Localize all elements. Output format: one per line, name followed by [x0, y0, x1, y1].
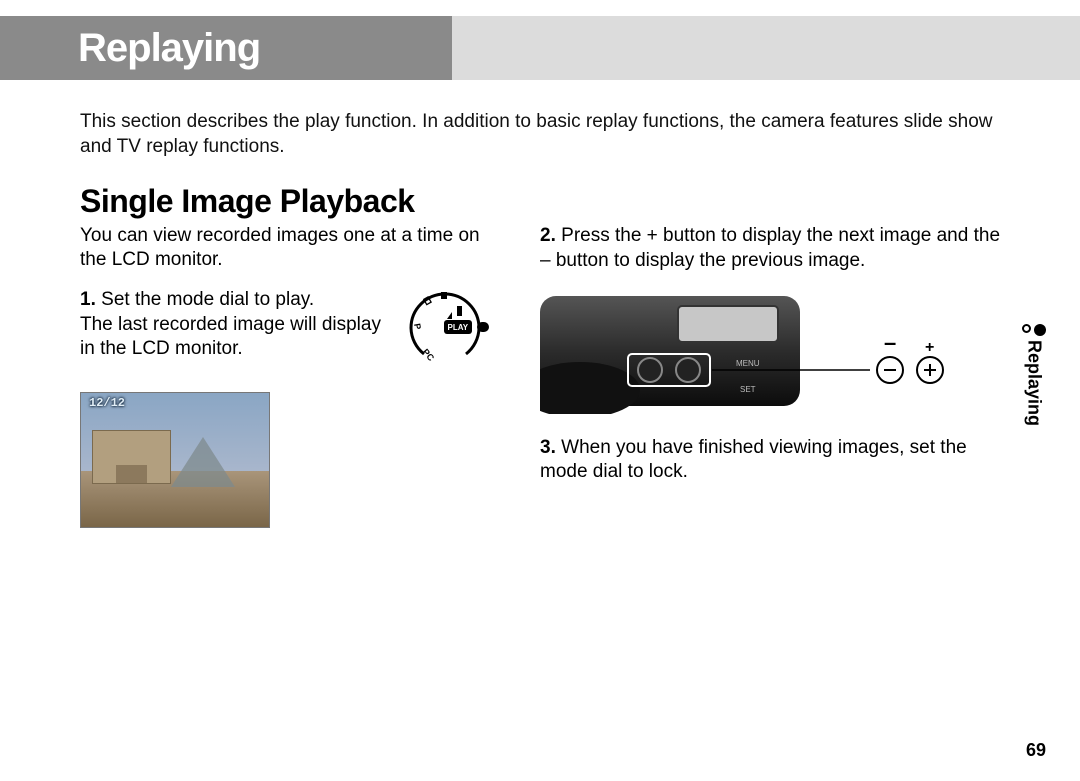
- side-tab: Replaying: [1014, 324, 1054, 426]
- header-bar: Replaying: [0, 16, 1080, 80]
- step-1-number: 1.: [80, 289, 96, 310]
- step-1-text: Set the mode dial to play.: [101, 289, 314, 310]
- svg-text:P: P: [412, 322, 423, 330]
- mode-dial-icon: PC P PLAY: [400, 288, 490, 368]
- section-sub-intro: You can view recorded images one at a ti…: [80, 224, 490, 272]
- mode-dial-play-label: PLAY: [448, 323, 469, 332]
- svg-text:MENU: MENU: [736, 359, 760, 368]
- lcd-frame-counter: 12/12: [89, 396, 125, 410]
- step-2-text: Press the + button to display the next i…: [540, 225, 1000, 271]
- header-accent: Replaying: [0, 16, 452, 80]
- page-number: 69: [1026, 740, 1046, 761]
- intro-paragraph: This section describes the play function…: [0, 80, 1080, 169]
- svg-text:PC: PC: [420, 347, 436, 363]
- step-2: 2. Press the + button to display the nex…: [540, 224, 1000, 273]
- step-1-detail: The last recorded image will display in …: [80, 313, 388, 362]
- side-tab-label: Replaying: [1024, 340, 1045, 426]
- step-3-text: When you have finished viewing images, s…: [540, 437, 967, 483]
- step-3: 3. When you have finished viewing images…: [540, 436, 1000, 485]
- minus-label: –: [884, 330, 896, 355]
- svg-text:SET: SET: [740, 385, 756, 394]
- camera-top-illustration: MENU SET – +: [540, 288, 960, 414]
- section-title: Single Image Playback: [0, 169, 1080, 220]
- page-chapter-title: Replaying: [78, 26, 260, 71]
- side-tab-dots-icon: [1014, 324, 1054, 336]
- step-3-number: 3.: [540, 437, 556, 458]
- lcd-sample-photo: 12/12: [80, 392, 270, 528]
- step-2-number: 2.: [540, 225, 556, 246]
- plus-label: +: [925, 339, 934, 356]
- step-1: 1. Set the mode dial to play. The last r…: [80, 288, 388, 362]
